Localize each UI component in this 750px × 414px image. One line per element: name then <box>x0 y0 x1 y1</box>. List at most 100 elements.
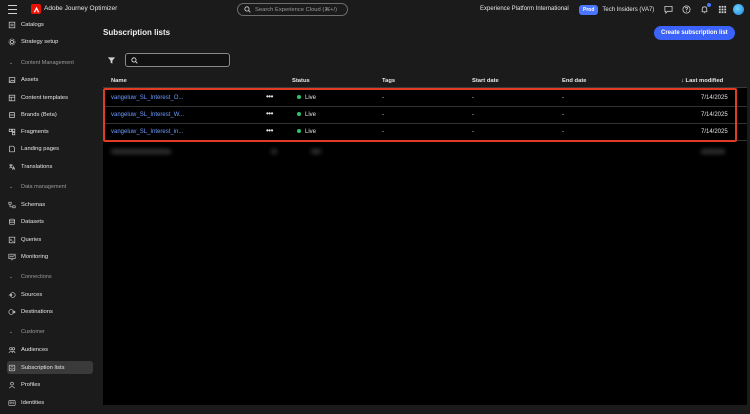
column-header-end-date[interactable]: End date <box>562 78 586 84</box>
table-row[interactable]: vangeluw_SL_Interest_O... ••• Live - - -… <box>103 90 747 107</box>
sidebar-item-queries[interactable]: Queries <box>7 233 93 246</box>
search-input[interactable] <box>255 6 345 13</box>
sidebar-item-subscription-lists[interactable]: Subscription lists <box>7 361 93 374</box>
sidebar-item-assets[interactable]: Assets <box>7 73 93 86</box>
sidebar-item-label: Subscription lists <box>21 364 65 371</box>
user-avatar[interactable] <box>733 4 744 15</box>
sidebar-item-schemas[interactable]: Schemas <box>7 198 93 211</box>
section-label: Connections <box>21 274 52 280</box>
section-label: Data management <box>21 184 67 190</box>
sidebar-item-datasets[interactable]: Datasets <box>7 215 93 228</box>
brand-icon <box>9 111 15 118</box>
main-content: Subscription lists Create subscription l… <box>100 20 750 414</box>
translate-icon <box>9 163 16 170</box>
row-name-link[interactable]: vangeluw_SL_Interest_in... <box>111 129 183 135</box>
sidebar-item-strategy-setup[interactable]: Strategy setup <box>7 35 93 48</box>
row-name-link[interactable]: vangeluw_SL_Interest_O... <box>111 95 183 101</box>
section-customer[interactable]: ⌄ Customer <box>7 327 93 337</box>
section-connections[interactable]: ⌄ Connections <box>7 272 93 282</box>
sidebar-item-brands[interactable]: Brands (Beta) <box>7 108 93 121</box>
query-icon <box>8 236 16 243</box>
sources-icon <box>8 291 16 298</box>
status-badge: Live <box>297 112 316 118</box>
sidebar-item-label: Audiences <box>21 346 49 353</box>
sidebar-item-audiences[interactable]: Audiences <box>7 343 93 356</box>
sidebar-item-label: Strategy setup <box>21 38 59 45</box>
column-header-start-date[interactable]: Start date <box>472 78 499 84</box>
sidebar-item-translations[interactable]: Translations <box>7 160 93 173</box>
sidebar-item-label: Landing pages <box>21 145 60 152</box>
chevron-down-icon: ⌄ <box>8 184 14 190</box>
table-row[interactable]: vangeluw_SL_Interest_in... ••• Live - - … <box>103 124 747 141</box>
notifications-icon[interactable] <box>699 3 711 15</box>
column-header-tags[interactable]: Tags <box>382 78 395 84</box>
assets-icon <box>8 76 16 83</box>
menu-icon[interactable] <box>8 5 17 14</box>
table-search-input[interactable] <box>125 53 230 67</box>
app-window: Adobe Journey Optimizer Experience Platf… <box>0 0 750 414</box>
sidebar-item-label: Monitoring <box>21 253 49 260</box>
status-badge: Live <box>297 95 316 101</box>
audiences-icon <box>8 346 16 353</box>
sidebar: Catalogs Strategy setup ⌄ Content Manage… <box>0 20 96 414</box>
page-title: Subscription lists <box>103 28 171 37</box>
chevron-down-icon: ⌄ <box>8 274 14 280</box>
column-header-last-modified[interactable]: ↓ Last modified <box>681 78 723 84</box>
last-modified-cell: 7/14/2025 <box>701 95 728 101</box>
tags-cell: - <box>382 95 384 101</box>
sidebar-item-sources[interactable]: Sources <box>7 288 93 301</box>
status-dot-icon <box>297 112 301 117</box>
fragment-icon <box>8 128 16 135</box>
top-bar: Adobe Journey Optimizer Experience Platf… <box>0 0 750 20</box>
section-label: Customer <box>21 329 45 335</box>
sidebar-item-label: Catalogs <box>21 21 44 28</box>
sidebar-item-destinations[interactable]: Destinations <box>7 305 93 318</box>
sidebar-item-label: Sources <box>21 291 43 298</box>
section-content-management[interactable]: ⌄ Content Management <box>7 58 93 68</box>
row-name-link[interactable]: vangeluw_SL_Interest_W... <box>111 112 184 118</box>
chevron-down-icon: ⌄ <box>8 60 14 66</box>
table-row[interactable]: vangeluw_SL_Interest_W... ••• Live - - -… <box>103 107 747 124</box>
gear-icon <box>8 38 16 45</box>
more-actions-button[interactable]: ••• <box>266 93 273 101</box>
end-date-cell: - <box>562 129 564 135</box>
subscription-icon <box>8 364 16 371</box>
section-data-management[interactable]: ⌄ Data management <box>7 182 93 192</box>
filter-icon[interactable] <box>107 56 116 65</box>
search-icon <box>131 56 138 64</box>
help-icon[interactable] <box>681 4 692 15</box>
blurred-row <box>111 147 731 157</box>
app-name[interactable]: Adobe Journey Optimizer <box>44 5 117 12</box>
sidebar-item-label: Profiles <box>21 381 41 388</box>
org-switcher[interactable]: Experience Platform International <box>480 6 569 12</box>
sidebar-item-profiles[interactable]: Profiles <box>7 378 93 391</box>
start-date-cell: - <box>472 129 474 135</box>
apps-grid-icon[interactable] <box>717 4 728 15</box>
last-modified-cell: 7/14/2025 <box>701 129 728 135</box>
more-actions-button[interactable]: ••• <box>266 110 273 118</box>
sidebar-item-monitoring[interactable]: Monitoring <box>7 250 93 263</box>
column-header-name[interactable]: Name <box>111 78 127 84</box>
more-actions-button[interactable]: ••• <box>266 127 273 135</box>
sandbox-switcher[interactable]: Prod Tech Insiders (VA7) <box>579 4 654 15</box>
top-icons <box>663 3 728 15</box>
sidebar-item-fragments[interactable]: Fragments <box>7 125 93 138</box>
global-search[interactable] <box>237 3 348 16</box>
column-header-status[interactable]: Status <box>292 78 310 84</box>
sidebar-item-label: Content templates <box>21 94 69 101</box>
sidebar-item-catalogs[interactable]: Catalogs <box>7 18 93 31</box>
status-label: Live <box>305 112 317 118</box>
search-icon <box>244 6 251 13</box>
sidebar-item-identities[interactable]: Identities <box>7 396 93 409</box>
sidebar-item-label: Datasets <box>21 218 44 225</box>
sidebar-item-landing-pages[interactable]: Landing pages <box>7 142 93 155</box>
start-date-cell: - <box>472 112 474 118</box>
feedback-icon[interactable] <box>663 4 674 15</box>
create-subscription-list-button[interactable]: Create subscription list <box>654 26 735 40</box>
status-label: Live <box>305 129 317 135</box>
column-label: Last modified <box>685 78 724 84</box>
schema-icon <box>8 201 16 208</box>
notification-badge <box>707 3 711 7</box>
sidebar-item-content-templates[interactable]: Content templates <box>7 91 93 104</box>
profile-icon <box>8 381 16 388</box>
